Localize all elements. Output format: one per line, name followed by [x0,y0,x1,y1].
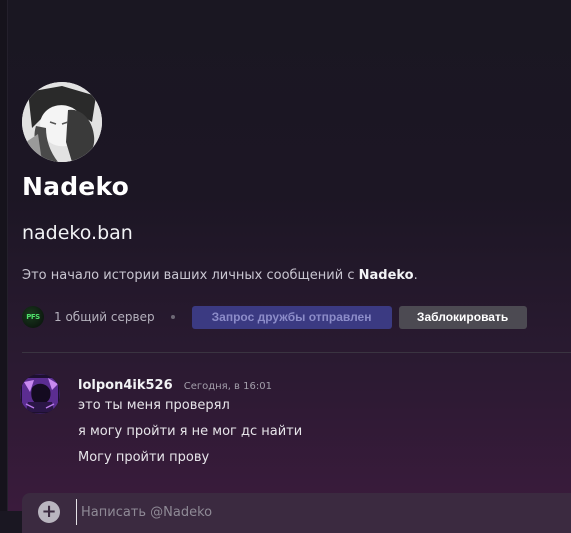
message-header: lolpon4ik526 Сегодня, в 16:01 [78,374,272,393]
author-avatar[interactable] [20,374,60,414]
intro-name: Nadeko [358,268,414,283]
message-text: Могу пройти прову [78,450,210,465]
profile-avatar[interactable] [22,82,102,162]
author-avatar-image [20,374,60,414]
left-edge-panel [0,0,8,511]
profile-display-name: Nadeko [22,172,129,201]
mutual-servers-link[interactable]: 1 общий сервер [54,310,155,324]
intro-suffix: . [413,268,418,283]
add-attachment-button[interactable]: + [38,501,60,523]
profile-actions-row: PFS 1 общий сервер Запрос дружбы отправл… [22,305,527,329]
dm-history-intro: Это начало истории ваших личных сообщени… [22,268,418,283]
profile-avatar-image [22,82,102,162]
message-author[interactable]: lolpon4ik526 [78,378,173,393]
profile-username: nadeko.ban [22,222,133,244]
message-timestamp: Сегодня, в 16:01 [183,381,272,392]
friend-request-sent-button[interactable]: Запрос дружбы отправлен [191,305,392,329]
message-text: это ты меня проверял [78,398,230,413]
block-button[interactable]: Заблокировать [398,305,527,329]
message-text: я могу пройти я не мог дс найти [78,424,303,439]
message-input[interactable] [76,499,551,525]
separator-dot [170,315,175,319]
divider [22,352,571,353]
message-composer: + [22,493,571,533]
mutual-server-icon[interactable]: PFS [22,306,44,328]
intro-prefix: Это начало истории ваших личных сообщени… [22,268,359,283]
